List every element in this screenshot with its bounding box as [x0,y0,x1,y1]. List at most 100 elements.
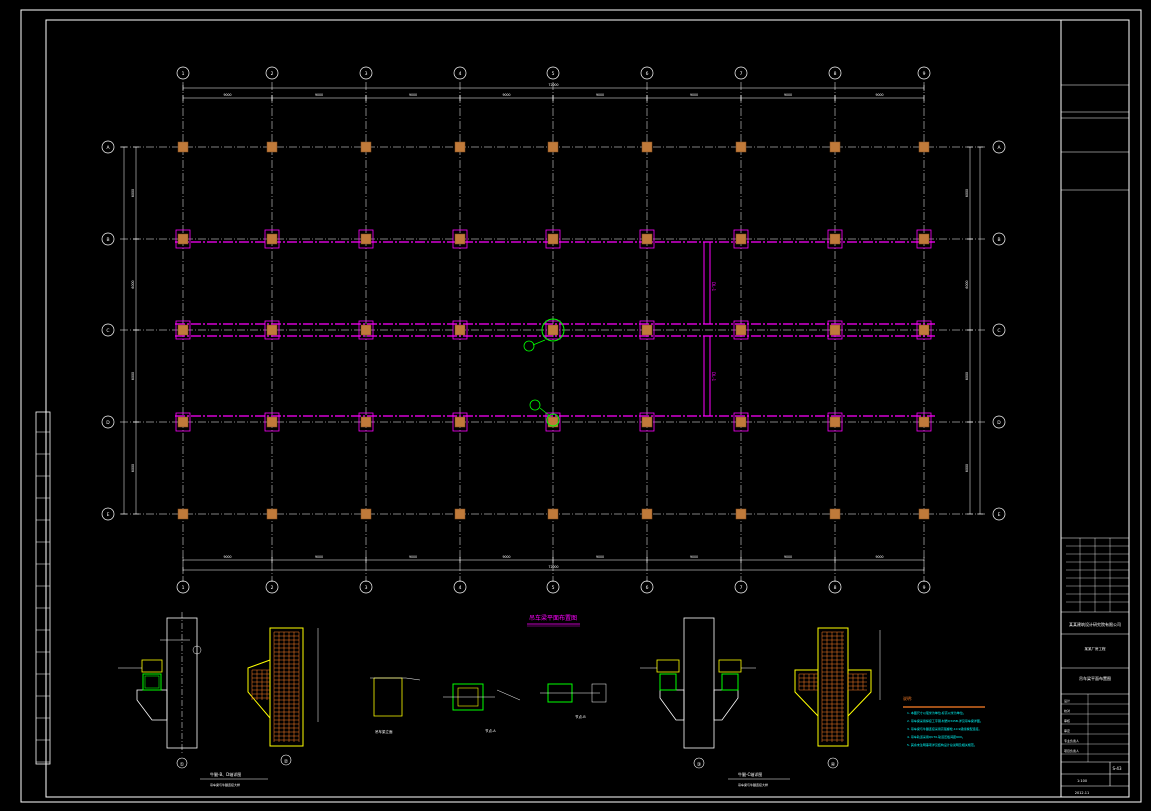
column [360,508,372,520]
axis-bubble-top: 6 [640,66,654,80]
svg-text:9: 9 [923,71,926,77]
column [177,233,189,245]
dim-label: 72000 [548,83,558,87]
detail-b-elevation: ③ [640,617,756,769]
detail-mark-4: ④ [831,762,836,768]
column [454,324,466,336]
title-block: 某某建筑设计研究院有限公司 某某厂房工程 吊车梁平面布置图 设计校对审核审定专业… [1061,84,1129,795]
note-line-1: 1. 本图尺寸以毫米为单位,标高以米为单位。 [907,710,966,715]
dim-label: 9000 [223,93,231,97]
axis-bubble-left: D [101,415,115,429]
dim-label: 9000 [315,555,323,559]
note-line-5: 5. 其余未注明事项详见结构设计总说明及相关规范。 [907,742,977,747]
dim-label: 9000 [875,93,883,97]
node-b-label: 节点-B [575,714,586,719]
column [360,141,372,153]
dim-label: 6000 [965,372,969,380]
dim-label: 6000 [965,189,969,197]
column [547,508,559,520]
detail-b-caption: 牛腿-C轴详图 [738,771,762,777]
title-block-row-label: 审定 [1064,728,1070,733]
svg-text:B: B [997,237,1000,243]
detail-mark-2: ② [284,759,289,765]
svg-text:7: 7 [740,585,743,591]
svg-text:D: D [106,420,110,426]
column [735,416,747,428]
note-line-2: 2. 吊车梁采用焊接工字钢,材质Q345B,详见吊车梁详图。 [907,718,983,723]
axis-bubble-bottom: 4 [453,580,467,594]
dim-label: 6000 [965,280,969,288]
beam-label: DL-1 [711,372,716,382]
column [735,324,747,336]
detail-a-sub: 吊车梁与牛腿连接大样 [210,782,240,787]
column [177,416,189,428]
svg-text:4: 4 [459,585,462,591]
axis-bubble-bottom: 2 [265,580,279,594]
detail-a-elevation: ① [118,612,202,769]
note-line-4: 4. 吊车轨道采用QU70,轨道压板间距600。 [907,734,965,739]
axis-bubble-left: A [101,140,115,154]
svg-text:6: 6 [646,71,649,77]
column [177,141,189,153]
dim-label: 9000 [784,555,792,559]
column [641,141,653,153]
left-strip [35,411,51,765]
dim-label: 9000 [409,555,417,559]
dim-label: 9000 [690,93,698,97]
dim-label: 9000 [875,555,883,559]
column [266,416,278,428]
dim-label: 9000 [784,93,792,97]
axis-bubble-right: E [992,507,1006,521]
axis-bubble-right: D [992,415,1006,429]
svg-text:7: 7 [740,71,743,77]
axis-bubble-bottom: 7 [734,580,748,594]
svg-text:B: B [106,237,109,243]
beam-label: DL-1 [711,282,716,292]
company-name: 某某建筑设计研究院有限公司 [1069,621,1121,627]
axis-bubble-top: 2 [265,66,279,80]
detail-b-section: ④ [794,627,881,769]
column [829,416,841,428]
axis-bubble-top: 3 [359,66,373,80]
column [177,508,189,520]
axis-bubble-top: 4 [453,66,467,80]
notes-block: 说明: 1. 本图尺寸以毫米为单位,标高以米为单位。 2. 吊车梁采用焊接工字钢… [903,695,985,747]
svg-text:1: 1 [182,71,185,77]
column [547,233,559,245]
title-block-row-label: 专业负责人 [1064,738,1079,743]
column [454,233,466,245]
column [266,324,278,336]
svg-text:C: C [106,328,109,334]
svg-text:A: A [106,145,110,151]
axis-bubble-bottom: 3 [359,580,373,594]
beam-elevation-detail: 吊车梁立面 [370,677,421,734]
column [829,324,841,336]
column [454,141,466,153]
axis-bubble-left: C [101,323,115,337]
dim-label: 9000 [690,555,698,559]
column [918,324,930,336]
axis-bubble-top: 7 [734,66,748,80]
inner-frame [45,19,1130,798]
notes-heading: 说明: [903,695,912,701]
axis-bubble-top: 1 [176,66,190,80]
node-b-detail: 节点-B [540,683,607,719]
column [266,141,278,153]
svg-text:8: 8 [834,585,837,591]
column [454,508,466,520]
dim-label: 9000 [596,555,604,559]
axis-bubble-right: A [992,140,1006,154]
column [266,233,278,245]
svg-text:1: 1 [182,585,185,591]
axis-bubble-left: E [101,507,115,521]
axis-bubble-right: B [992,232,1006,246]
column [454,416,466,428]
title-block-row-label: 设计 [1064,698,1070,703]
column [829,508,841,520]
detail-b-sub: 吊车梁与牛腿连接大样 [738,782,768,787]
dim-label: 9000 [409,93,417,97]
svg-text:E: E [998,512,1001,518]
column [360,324,372,336]
svg-text:D: D [997,420,1001,426]
svg-text:5: 5 [552,585,555,591]
